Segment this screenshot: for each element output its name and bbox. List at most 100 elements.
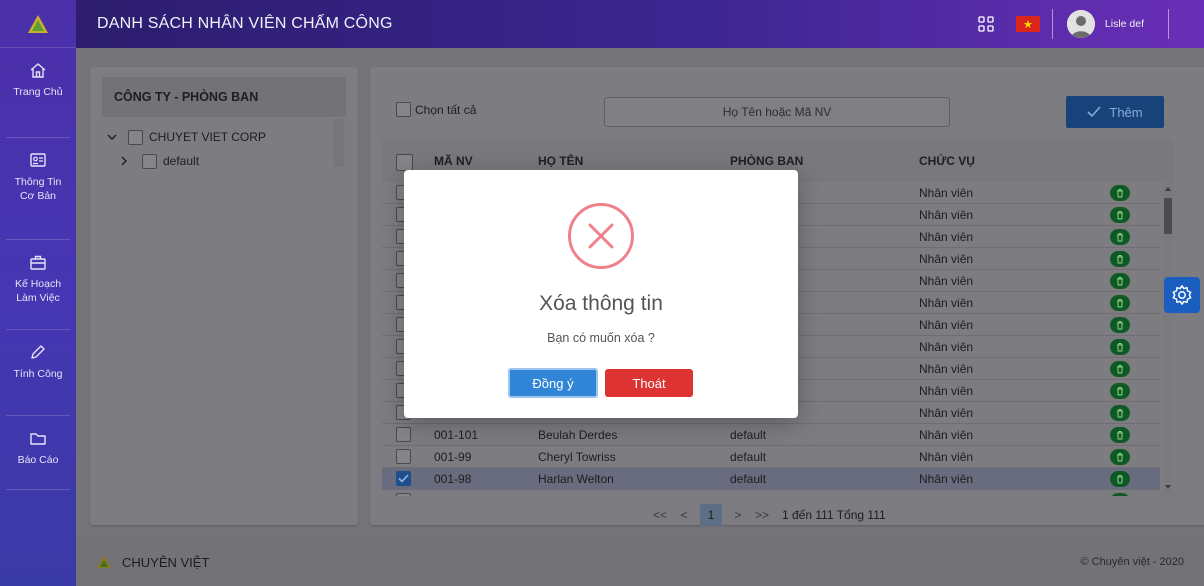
- cell-code: 001-99: [434, 450, 472, 464]
- scroll-up-icon[interactable]: [1162, 184, 1174, 194]
- delete-row-button[interactable]: [1110, 471, 1130, 487]
- user-silhouette-icon: [1066, 10, 1095, 38]
- tree-scrollbar[interactable]: [334, 119, 344, 167]
- delete-row-button[interactable]: [1110, 229, 1130, 245]
- sidebar-item-4[interactable]: Tính Công: [6, 330, 70, 416]
- header-divider: [1051, 9, 1053, 39]
- cell-code: 001-98: [434, 472, 472, 486]
- delete-row-button[interactable]: [1110, 251, 1130, 267]
- delete-row-button[interactable]: [1110, 295, 1130, 311]
- table-row[interactable]: 001-98 Harlan Welton default Nhân viên: [382, 468, 1160, 490]
- user-name[interactable]: Lisle def: [1105, 18, 1144, 30]
- select-all[interactable]: Chọn tất cả: [396, 102, 476, 117]
- sidebar: Trang Chủ Thông Tin Cơ Bản Kế Hoạch Làm Vi…: [0, 0, 76, 586]
- pencil-icon: [31, 345, 45, 359]
- delete-row-button[interactable]: [1110, 361, 1130, 377]
- table-row[interactable]: 001-97 Mikkel Sillitoe default Nhân viên: [382, 490, 1160, 496]
- delete-row-button[interactable]: [1110, 405, 1130, 421]
- error-icon: [568, 203, 634, 269]
- cell-position: Nhân viên: [919, 318, 974, 332]
- page-current[interactable]: 1: [700, 504, 722, 526]
- trash-icon: [1117, 299, 1123, 308]
- delete-confirm-dialog: Xóa thông tin Bạn có muốn xóa ? Đồng ý T…: [404, 170, 798, 418]
- cell-code: 001-101: [434, 428, 479, 442]
- settings-button[interactable]: [1164, 277, 1200, 313]
- delete-row-button[interactable]: [1110, 185, 1130, 201]
- trash-icon: [1117, 211, 1123, 220]
- add-button-label: Thêm: [1109, 104, 1143, 120]
- page-last[interactable]: >>: [750, 508, 774, 522]
- delete-row-button[interactable]: [1110, 383, 1130, 399]
- row-checkbox[interactable]: [396, 427, 411, 442]
- tree-checkbox[interactable]: [142, 153, 157, 169]
- app-logo[interactable]: [0, 0, 76, 48]
- footer-brand: CHUYÊN VIỆT: [96, 555, 209, 570]
- page-next[interactable]: >: [726, 508, 750, 522]
- id-card-icon: [30, 153, 46, 167]
- table-row[interactable]: 001-99 Cheryl Towriss default Nhân viên: [382, 446, 1160, 468]
- sidebar-item-3[interactable]: Kế Hoạch Làm Việc: [6, 240, 70, 330]
- language-flag[interactable]: ★: [1015, 16, 1040, 32]
- chevron-right-icon[interactable]: [118, 155, 130, 167]
- sidebar-item-label: Tính Công: [13, 368, 63, 380]
- header-checkbox[interactable]: [396, 154, 413, 171]
- row-checkbox[interactable]: [396, 493, 411, 496]
- sidebar-item-label: Báo Cáo: [17, 454, 59, 466]
- tree-node-label: CHUYET VIET CORP: [149, 130, 266, 144]
- cell-position: Nhân viên: [919, 274, 974, 288]
- cell-position: Nhân viên: [919, 252, 974, 266]
- header-divider-right: [1168, 9, 1169, 39]
- cell-position: Nhân viên: [919, 450, 974, 464]
- sidebar-item-2[interactable]: Thông Tin Cơ Bản: [6, 138, 70, 240]
- cell-position: Nhân viên: [919, 490, 973, 496]
- logo-icon: [28, 14, 48, 33]
- department-panel: CÔNG TY - PHÒNG BAN CHUYET VIET CORP def…: [90, 67, 358, 525]
- delete-row-button[interactable]: [1110, 207, 1130, 223]
- tree-node-root[interactable]: CHUYET VIET CORP: [102, 125, 334, 149]
- cell-dept: default: [730, 450, 767, 464]
- header-position[interactable]: CHỨC VỤ: [919, 140, 975, 182]
- cell-position: Nhân viên: [919, 230, 974, 244]
- sidebar-item-1[interactable]: Trang Chủ: [6, 48, 70, 138]
- check-icon: [1087, 106, 1101, 118]
- flag-star-icon: ★: [1022, 18, 1033, 31]
- sidebar-item-label: Kế Hoạch Làm Việc: [14, 278, 62, 304]
- table-row[interactable]: 001-101 Beulah Derdes default Nhân viên: [382, 424, 1160, 446]
- scrollbar-thumb[interactable]: [1164, 198, 1172, 234]
- table-scrollbar[interactable]: [1162, 182, 1174, 496]
- delete-row-button[interactable]: [1110, 339, 1130, 355]
- delete-row-button[interactable]: [1110, 493, 1130, 496]
- trash-icon: [1117, 387, 1123, 396]
- confirm-button[interactable]: Đồng ý: [508, 368, 598, 398]
- row-checkbox[interactable]: [396, 471, 411, 486]
- sidebar-item-label: Trang Chủ: [13, 86, 63, 98]
- cell-name: Cheryl Towriss: [538, 450, 616, 464]
- add-button[interactable]: Thêm: [1066, 96, 1164, 128]
- footer: CHUYÊN VIỆT © Chuyên việt - 2020: [76, 538, 1204, 586]
- search-input[interactable]: Họ Tên hoặc Mã NV: [604, 97, 950, 127]
- page-prev[interactable]: <: [672, 508, 696, 522]
- cell-dept: default: [730, 490, 766, 496]
- delete-row-button[interactable]: [1110, 449, 1130, 465]
- tree-checkbox[interactable]: [128, 129, 143, 145]
- trash-icon: [1117, 255, 1123, 264]
- tree-node-default[interactable]: default: [118, 149, 350, 173]
- page-summary: 1 đến 111 Tổng 111: [782, 508, 886, 522]
- select-all-checkbox[interactable]: [396, 102, 411, 117]
- cell-position: Nhân viên: [919, 472, 974, 486]
- delete-row-button[interactable]: [1110, 273, 1130, 289]
- check-icon: [398, 474, 409, 483]
- page-first[interactable]: <<: [648, 508, 672, 522]
- delete-row-button[interactable]: [1110, 317, 1130, 333]
- delete-row-button[interactable]: [1110, 427, 1130, 443]
- sidebar-item-5[interactable]: Báo Cáo: [6, 416, 70, 490]
- avatar[interactable]: [1066, 10, 1095, 38]
- scroll-down-icon[interactable]: [1162, 482, 1174, 492]
- trash-icon: [1117, 321, 1123, 330]
- cancel-button[interactable]: Thoát: [605, 369, 693, 397]
- cell-dept: default: [730, 472, 767, 486]
- trash-icon: [1117, 409, 1123, 418]
- chevron-down-icon[interactable]: [106, 131, 118, 143]
- row-checkbox[interactable]: [396, 449, 411, 464]
- apps-grid-icon[interactable]: [978, 16, 994, 32]
